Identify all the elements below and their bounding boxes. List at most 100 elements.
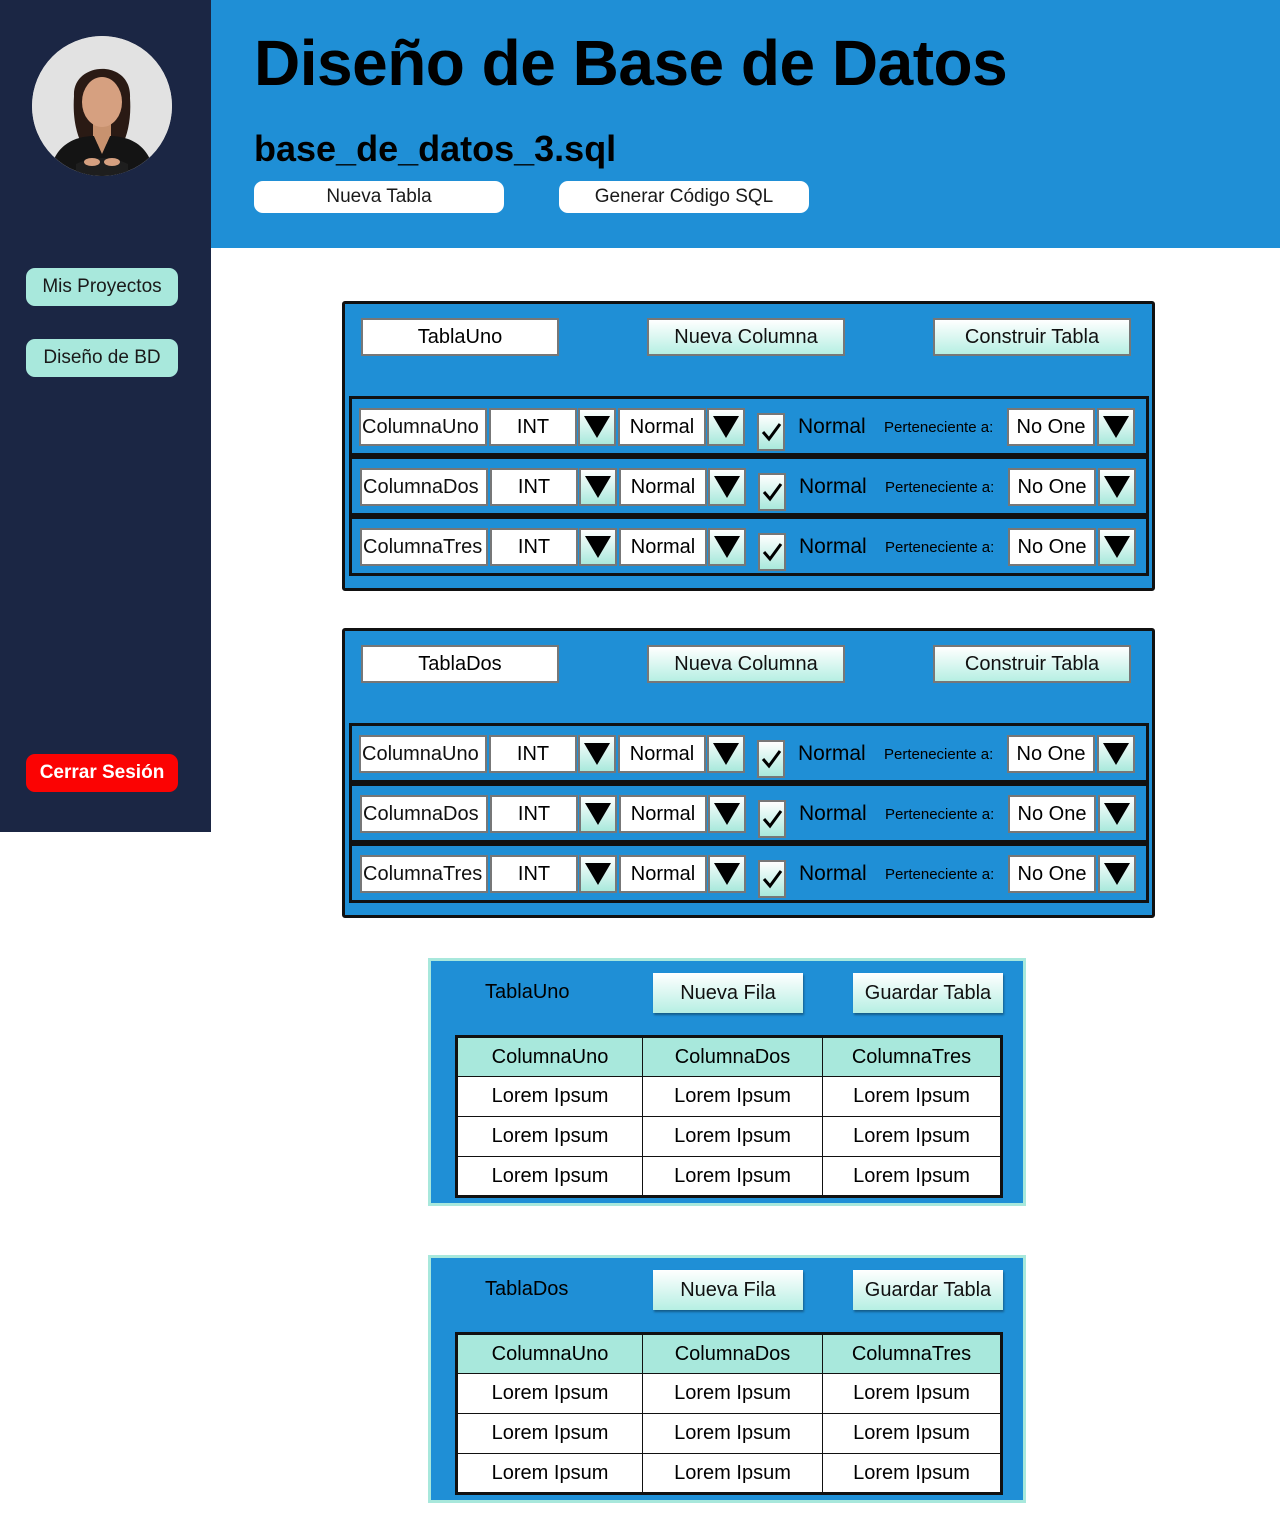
new-column-button[interactable]: Nueva Columna [647, 318, 845, 356]
table-cell[interactable]: Lorem Ipsum [822, 1116, 1002, 1157]
table-row: Lorem Ipsum Lorem Ipsum Lorem Ipsum [456, 1116, 1002, 1157]
table-cell[interactable]: Lorem Ipsum [642, 1373, 823, 1414]
belongs-to-select[interactable]: No One [1007, 408, 1095, 446]
triangle-down-icon [714, 863, 740, 885]
column-checkbox[interactable] [758, 533, 786, 571]
save-table-button[interactable]: Guardar Tabla [853, 973, 1003, 1013]
modifier-dropdown-button[interactable] [708, 855, 746, 893]
new-table-button[interactable]: Nueva Tabla [254, 181, 504, 213]
column-modifier-select[interactable]: Normal [619, 468, 707, 506]
check-icon [761, 750, 782, 769]
column-modifier-select[interactable]: Normal [618, 735, 706, 773]
belongs-to-label: Perteneciente a: [885, 478, 995, 496]
table-cell[interactable]: Lorem Ipsum [456, 1373, 643, 1414]
column-type-select[interactable]: INT [490, 795, 578, 833]
triangle-down-icon [713, 743, 739, 765]
table-cell[interactable]: Lorem Ipsum [642, 1413, 823, 1454]
column-modifier-select[interactable]: Normal [618, 408, 706, 446]
modifier-dropdown-button[interactable] [708, 528, 746, 566]
type-dropdown-button[interactable] [578, 408, 616, 446]
table-cell[interactable]: Lorem Ipsum [456, 1116, 643, 1157]
table-cell[interactable]: Lorem Ipsum [642, 1156, 823, 1197]
column-name-input[interactable] [359, 408, 487, 446]
column-header: ColumnaDos [642, 1333, 823, 1374]
type-dropdown-button[interactable] [579, 468, 617, 506]
column-modifier-select[interactable]: Normal [619, 795, 707, 833]
belongs-dropdown-button[interactable] [1097, 735, 1135, 773]
table-name-field[interactable]: TablaUno [361, 318, 559, 356]
type-dropdown-button[interactable] [579, 855, 617, 893]
new-row-button[interactable]: Nueva Fila [653, 973, 803, 1013]
table-cell[interactable]: Lorem Ipsum [822, 1373, 1002, 1414]
column-modifier-select[interactable]: Normal [619, 855, 707, 893]
table-cell[interactable]: Lorem Ipsum [642, 1453, 823, 1494]
generate-sql-button[interactable]: Generar Código SQL [559, 181, 809, 213]
modifier-dropdown-button[interactable] [707, 735, 745, 773]
modifier-dropdown-button[interactable] [708, 795, 746, 833]
data-table-name: TablaDos [485, 1278, 569, 1300]
new-column-button[interactable]: Nueva Columna [647, 645, 845, 683]
nav-mis-proyectos-button[interactable]: Mis Proyectos [26, 268, 178, 306]
data-table-name: TablaUno [485, 981, 570, 1003]
column-name-input[interactable] [360, 468, 488, 506]
type-dropdown-button[interactable] [578, 735, 616, 773]
new-row-button[interactable]: Nueva Fila [653, 1270, 803, 1310]
column-type-select[interactable]: INT [490, 855, 578, 893]
table-cell[interactable]: Lorem Ipsum [456, 1453, 643, 1494]
belongs-to-select[interactable]: No One [1008, 468, 1096, 506]
table-cell[interactable]: Lorem Ipsum [822, 1413, 1002, 1454]
check-icon [761, 423, 782, 442]
modifier-dropdown-button[interactable] [708, 468, 746, 506]
column-type-select[interactable]: INT [489, 408, 577, 446]
table-name-field[interactable]: TablaDos [361, 645, 559, 683]
belongs-dropdown-button[interactable] [1098, 795, 1136, 833]
triangle-down-icon [584, 416, 610, 438]
modifier-dropdown-button[interactable] [707, 408, 745, 446]
nav-diseno-bd-button[interactable]: Diseño de BD [26, 339, 178, 377]
belongs-to-select[interactable]: No One [1007, 735, 1095, 773]
belongs-to-select[interactable]: No One [1008, 855, 1096, 893]
table-cell[interactable]: Lorem Ipsum [642, 1076, 823, 1117]
belongs-dropdown-button[interactable] [1098, 855, 1136, 893]
column-header: ColumnaTres [822, 1036, 1002, 1077]
build-table-button[interactable]: Construir Tabla [933, 645, 1131, 683]
type-dropdown-button[interactable] [579, 795, 617, 833]
column-modifier-select[interactable]: Normal [619, 528, 707, 566]
belongs-to-select[interactable]: No One [1008, 528, 1096, 566]
table-cell[interactable]: Lorem Ipsum [822, 1076, 1002, 1117]
column-name-input[interactable] [360, 855, 488, 893]
column-name-input[interactable] [359, 735, 487, 773]
table-cell[interactable]: Lorem Ipsum [822, 1156, 1002, 1197]
column-header: ColumnaDos [642, 1036, 823, 1077]
save-table-button[interactable]: Guardar Tabla [853, 1270, 1003, 1310]
column-type-select[interactable]: INT [490, 468, 578, 506]
check-icon [762, 810, 783, 829]
belongs-dropdown-button[interactable] [1098, 528, 1136, 566]
column-name-input[interactable] [360, 528, 488, 566]
belongs-dropdown-button[interactable] [1098, 468, 1136, 506]
belongs-dropdown-button[interactable] [1097, 408, 1135, 446]
column-checkbox[interactable] [758, 800, 786, 838]
column-checkbox[interactable] [758, 473, 786, 511]
build-table-button[interactable]: Construir Tabla [933, 318, 1131, 356]
column-type-select[interactable]: INT [489, 735, 577, 773]
table-cell[interactable]: Lorem Ipsum [456, 1413, 643, 1454]
triangle-down-icon [584, 743, 610, 765]
table-cell[interactable]: Lorem Ipsum [822, 1453, 1002, 1494]
table-cell[interactable]: Lorem Ipsum [642, 1116, 823, 1157]
type-dropdown-button[interactable] [579, 528, 617, 566]
column-checkbox[interactable] [757, 740, 785, 778]
column-checkbox[interactable] [758, 860, 786, 898]
table-row: Lorem Ipsum Lorem Ipsum Lorem Ipsum [456, 1156, 1002, 1197]
table-cell[interactable]: Lorem Ipsum [456, 1076, 643, 1117]
page-title: Diseño de Base de Datos [254, 27, 1008, 99]
column-checkbox[interactable] [757, 413, 785, 451]
checkbox-label: Normal [798, 742, 866, 765]
column-name-input[interactable] [360, 795, 488, 833]
column-type-select[interactable]: INT [490, 528, 578, 566]
logout-button[interactable]: Cerrar Sesión [26, 754, 178, 792]
belongs-to-select[interactable]: No One [1008, 795, 1096, 833]
triangle-down-icon [1104, 803, 1130, 825]
table-cell[interactable]: Lorem Ipsum [456, 1156, 643, 1197]
column-row: INT Normal Normal Perteneciente a: No On… [349, 843, 1149, 903]
